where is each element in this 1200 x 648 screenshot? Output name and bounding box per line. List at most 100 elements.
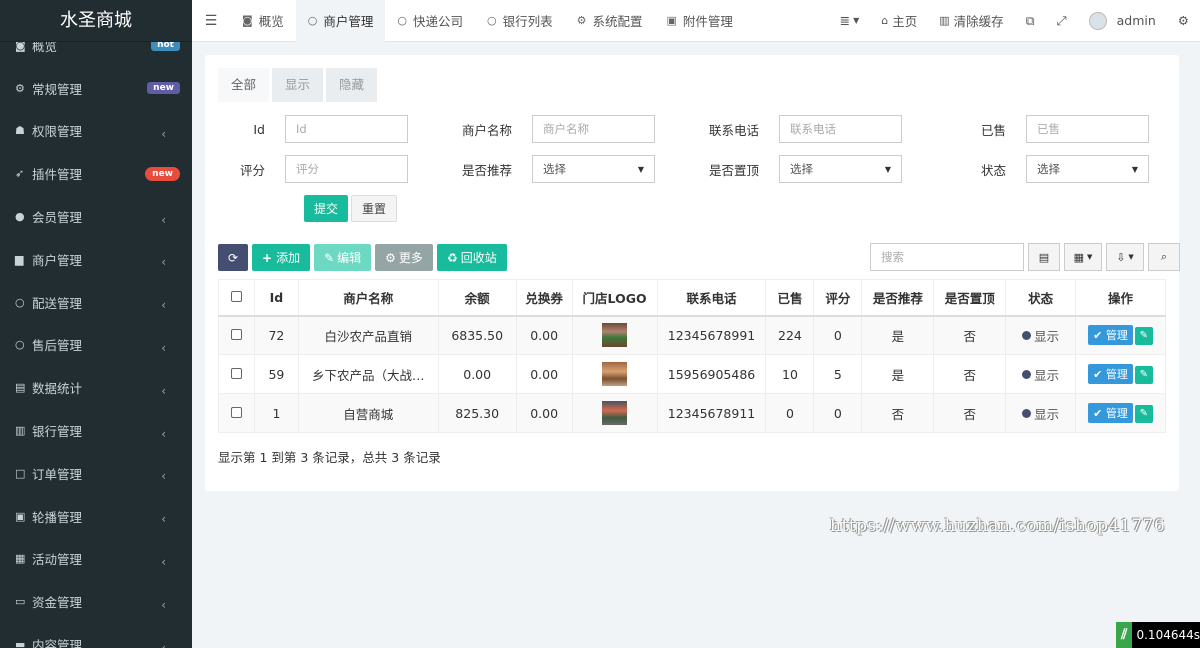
cell-recommend[interactable]: 是 <box>861 354 935 394</box>
row-checkbox[interactable] <box>230 328 242 340</box>
sidebar-item-1[interactable]: ⚙ 常规管理 new <box>0 67 192 110</box>
header-phone[interactable]: 联系电话 <box>656 279 767 317</box>
manage-button[interactable]: ✔ 管理 <box>1088 364 1133 384</box>
status-dot-icon <box>1022 369 1032 379</box>
cell-coupon: 0.00 <box>515 315 573 355</box>
cell-top[interactable]: 否 <box>933 393 1007 433</box>
id-input[interactable]: Id <box>285 115 408 143</box>
user-menu[interactable]: admin <box>1078 0 1167 42</box>
header-coupon[interactable]: 兑换券 <box>515 279 573 317</box>
sidebar-item-11[interactable]: ▣ 轮播管理 ‹ <box>0 495 192 538</box>
menu-toggle-icon[interactable]: ☰ <box>192 13 230 29</box>
sidebar-item-5[interactable]: ▆ 商户管理 ‹ <box>0 238 192 281</box>
circle-outline-icon: ○ <box>15 338 25 352</box>
sidebar-item-14[interactable]: ▬ 内容管理 ‹ <box>0 623 192 648</box>
recommend-select[interactable]: 选择 ▼ <box>532 155 655 183</box>
sidebar-item-6[interactable]: ○ 配送管理 ‹ <box>0 281 192 324</box>
tab-label: 系统配置 <box>592 14 643 29</box>
select-all-checkbox[interactable] <box>230 290 242 302</box>
store-logo-image[interactable] <box>602 323 628 348</box>
export-dropdown[interactable]: ⇩ ▼ <box>1106 243 1144 271</box>
sidebar-item-10[interactable]: □ 订单管理 ‹ <box>0 452 192 495</box>
header-balance[interactable]: 余额 <box>437 279 517 317</box>
cell-top[interactable]: 否 <box>933 354 1007 394</box>
sidebar-item-4[interactable]: ● 会员管理 ‹ <box>0 195 192 238</box>
sidebar-item-13[interactable]: ▭ 资金管理 ‹ <box>0 580 192 623</box>
header-recommend[interactable]: 是否推荐 <box>861 279 935 317</box>
add-button[interactable]: + 添加 <box>252 244 311 271</box>
pagination-info: 显示第 1 到第 3 条记录，总共 3 条记录 <box>218 450 441 465</box>
toggle-view-button[interactable]: ▤ <box>1028 243 1060 271</box>
file-image-icon: ▣ <box>666 14 677 27</box>
cell-recommend[interactable]: 是 <box>861 315 935 355</box>
header-sold[interactable]: 已售 <box>765 279 815 317</box>
sidebar-item-8[interactable]: ▤ 数据统计 ‹ <box>0 366 192 409</box>
sidebar-item-12[interactable]: ▦ 活动管理 ‹ <box>0 538 192 581</box>
header-score[interactable]: 评分 <box>813 279 863 317</box>
submit-button[interactable]: 提交 <box>304 195 349 222</box>
tab-4[interactable]: ⚙ 系统配置 <box>565 0 655 42</box>
recycle-bin-button[interactable]: ♻ 回收站 <box>436 244 507 271</box>
tab-show[interactable]: 显示 <box>272 68 324 102</box>
store-logo-image[interactable] <box>602 362 628 386</box>
header-status[interactable]: 状态 <box>1005 279 1077 317</box>
check-icon: ✔ <box>1093 407 1106 420</box>
tab-5[interactable]: ▣ 附件管理 <box>654 0 744 42</box>
fullscreen-button[interactable]: ⤢ <box>1046 0 1078 42</box>
sidebar-item-7[interactable]: ○ 售后管理 ‹ <box>0 324 192 367</box>
header-top[interactable]: 是否置顶 <box>933 279 1007 317</box>
tab-all[interactable]: 全部 <box>218 68 270 102</box>
columns-dropdown[interactable]: ▦ ▼ <box>1064 243 1102 271</box>
refresh-button[interactable]: ⟳ <box>218 244 248 271</box>
top-select[interactable]: 选择 ▼ <box>779 155 902 183</box>
name-label: 商户名称 <box>461 122 512 138</box>
search-input[interactable]: 搜索 <box>870 243 1024 271</box>
edit-button[interactable]: ✎ 编辑 <box>314 244 372 271</box>
name-input[interactable]: 商户名称 <box>532 115 655 143</box>
settings-toggle[interactable]: ⚙ <box>1167 0 1200 42</box>
status-select[interactable]: 选择 ▼ <box>1026 155 1149 183</box>
edit-row-button[interactable]: ✎ <box>1134 404 1153 423</box>
header-name[interactable]: 商户名称 <box>297 279 439 317</box>
cell-recommend[interactable]: 否 <box>861 393 935 433</box>
row-checkbox[interactable] <box>230 367 242 379</box>
reset-button[interactable]: 重置 <box>351 195 398 222</box>
sidebar-item-2[interactable]: ☗ 权限管理 ‹ <box>0 110 192 153</box>
phone-input[interactable]: 联系电话 <box>779 115 902 143</box>
tab-0[interactable]: ◙ 概览 <box>230 0 296 42</box>
header-id[interactable]: Id <box>253 279 299 317</box>
table-header-row: Id 商户名称 余额 兑换券 门店LOGO 联系电话 已售 评分 是否推荐 是否… <box>218 279 1166 317</box>
score-input[interactable]: 评分 <box>285 155 408 183</box>
clear-cache-button[interactable]: ▥ 清除缓存 <box>928 0 1014 42</box>
tab-2[interactable]: ○ 快递公司 <box>385 0 475 42</box>
row-checkbox[interactable] <box>230 406 242 418</box>
store-logo-image[interactable] <box>602 401 628 425</box>
table-row: 1 自营商城 825.30 0.00 12345678911 0 0 否 否 显… <box>218 393 1166 433</box>
gift-icon: ▦ <box>15 552 26 566</box>
status-dot-icon <box>1022 408 1032 418</box>
thinkphp-logo-icon[interactable]: ⫽ <box>1116 622 1133 648</box>
search-toggle-button[interactable]: ⌕ <box>1148 243 1180 271</box>
sidebar-item-3[interactable]: ➶ 插件管理 new <box>0 152 192 195</box>
language-button[interactable]: ⧉ <box>1015 0 1046 42</box>
cell-top[interactable]: 否 <box>933 315 1007 355</box>
header-logo[interactable]: 门店LOGO <box>571 279 658 317</box>
manage-button[interactable]: ✔ 管理 <box>1088 403 1133 423</box>
edit-row-button[interactable]: ✎ <box>1134 365 1153 384</box>
sidebar-item-9[interactable]: ▥ 银行管理 ‹ <box>0 409 192 452</box>
tab-3[interactable]: ○ 银行列表 <box>475 0 565 42</box>
sidebar-item-label: 资金管理 <box>32 595 83 611</box>
manage-button[interactable]: ✔ 管理 <box>1088 325 1133 346</box>
sold-input[interactable]: 已售 <box>1026 115 1149 143</box>
home-button[interactable]: ⌂ 主页 <box>870 0 928 42</box>
tab-list-dropdown[interactable]: ≣ ▼ <box>829 0 871 42</box>
gear-icon: ⚙ <box>576 14 587 27</box>
tab-hide[interactable]: 隐藏 <box>326 68 378 102</box>
tab-1[interactable]: ○ 商户管理 <box>295 0 386 42</box>
app-logo-title[interactable]: 水圣商城 <box>0 0 192 42</box>
user-name: admin <box>1116 13 1156 28</box>
cell-actions: ✔ 管理 ✎ <box>1075 315 1166 355</box>
more-button[interactable]: ⚙ 更多 <box>375 244 433 271</box>
edit-row-button[interactable]: ✎ <box>1134 326 1153 345</box>
status-text: 显示 <box>1034 367 1060 383</box>
